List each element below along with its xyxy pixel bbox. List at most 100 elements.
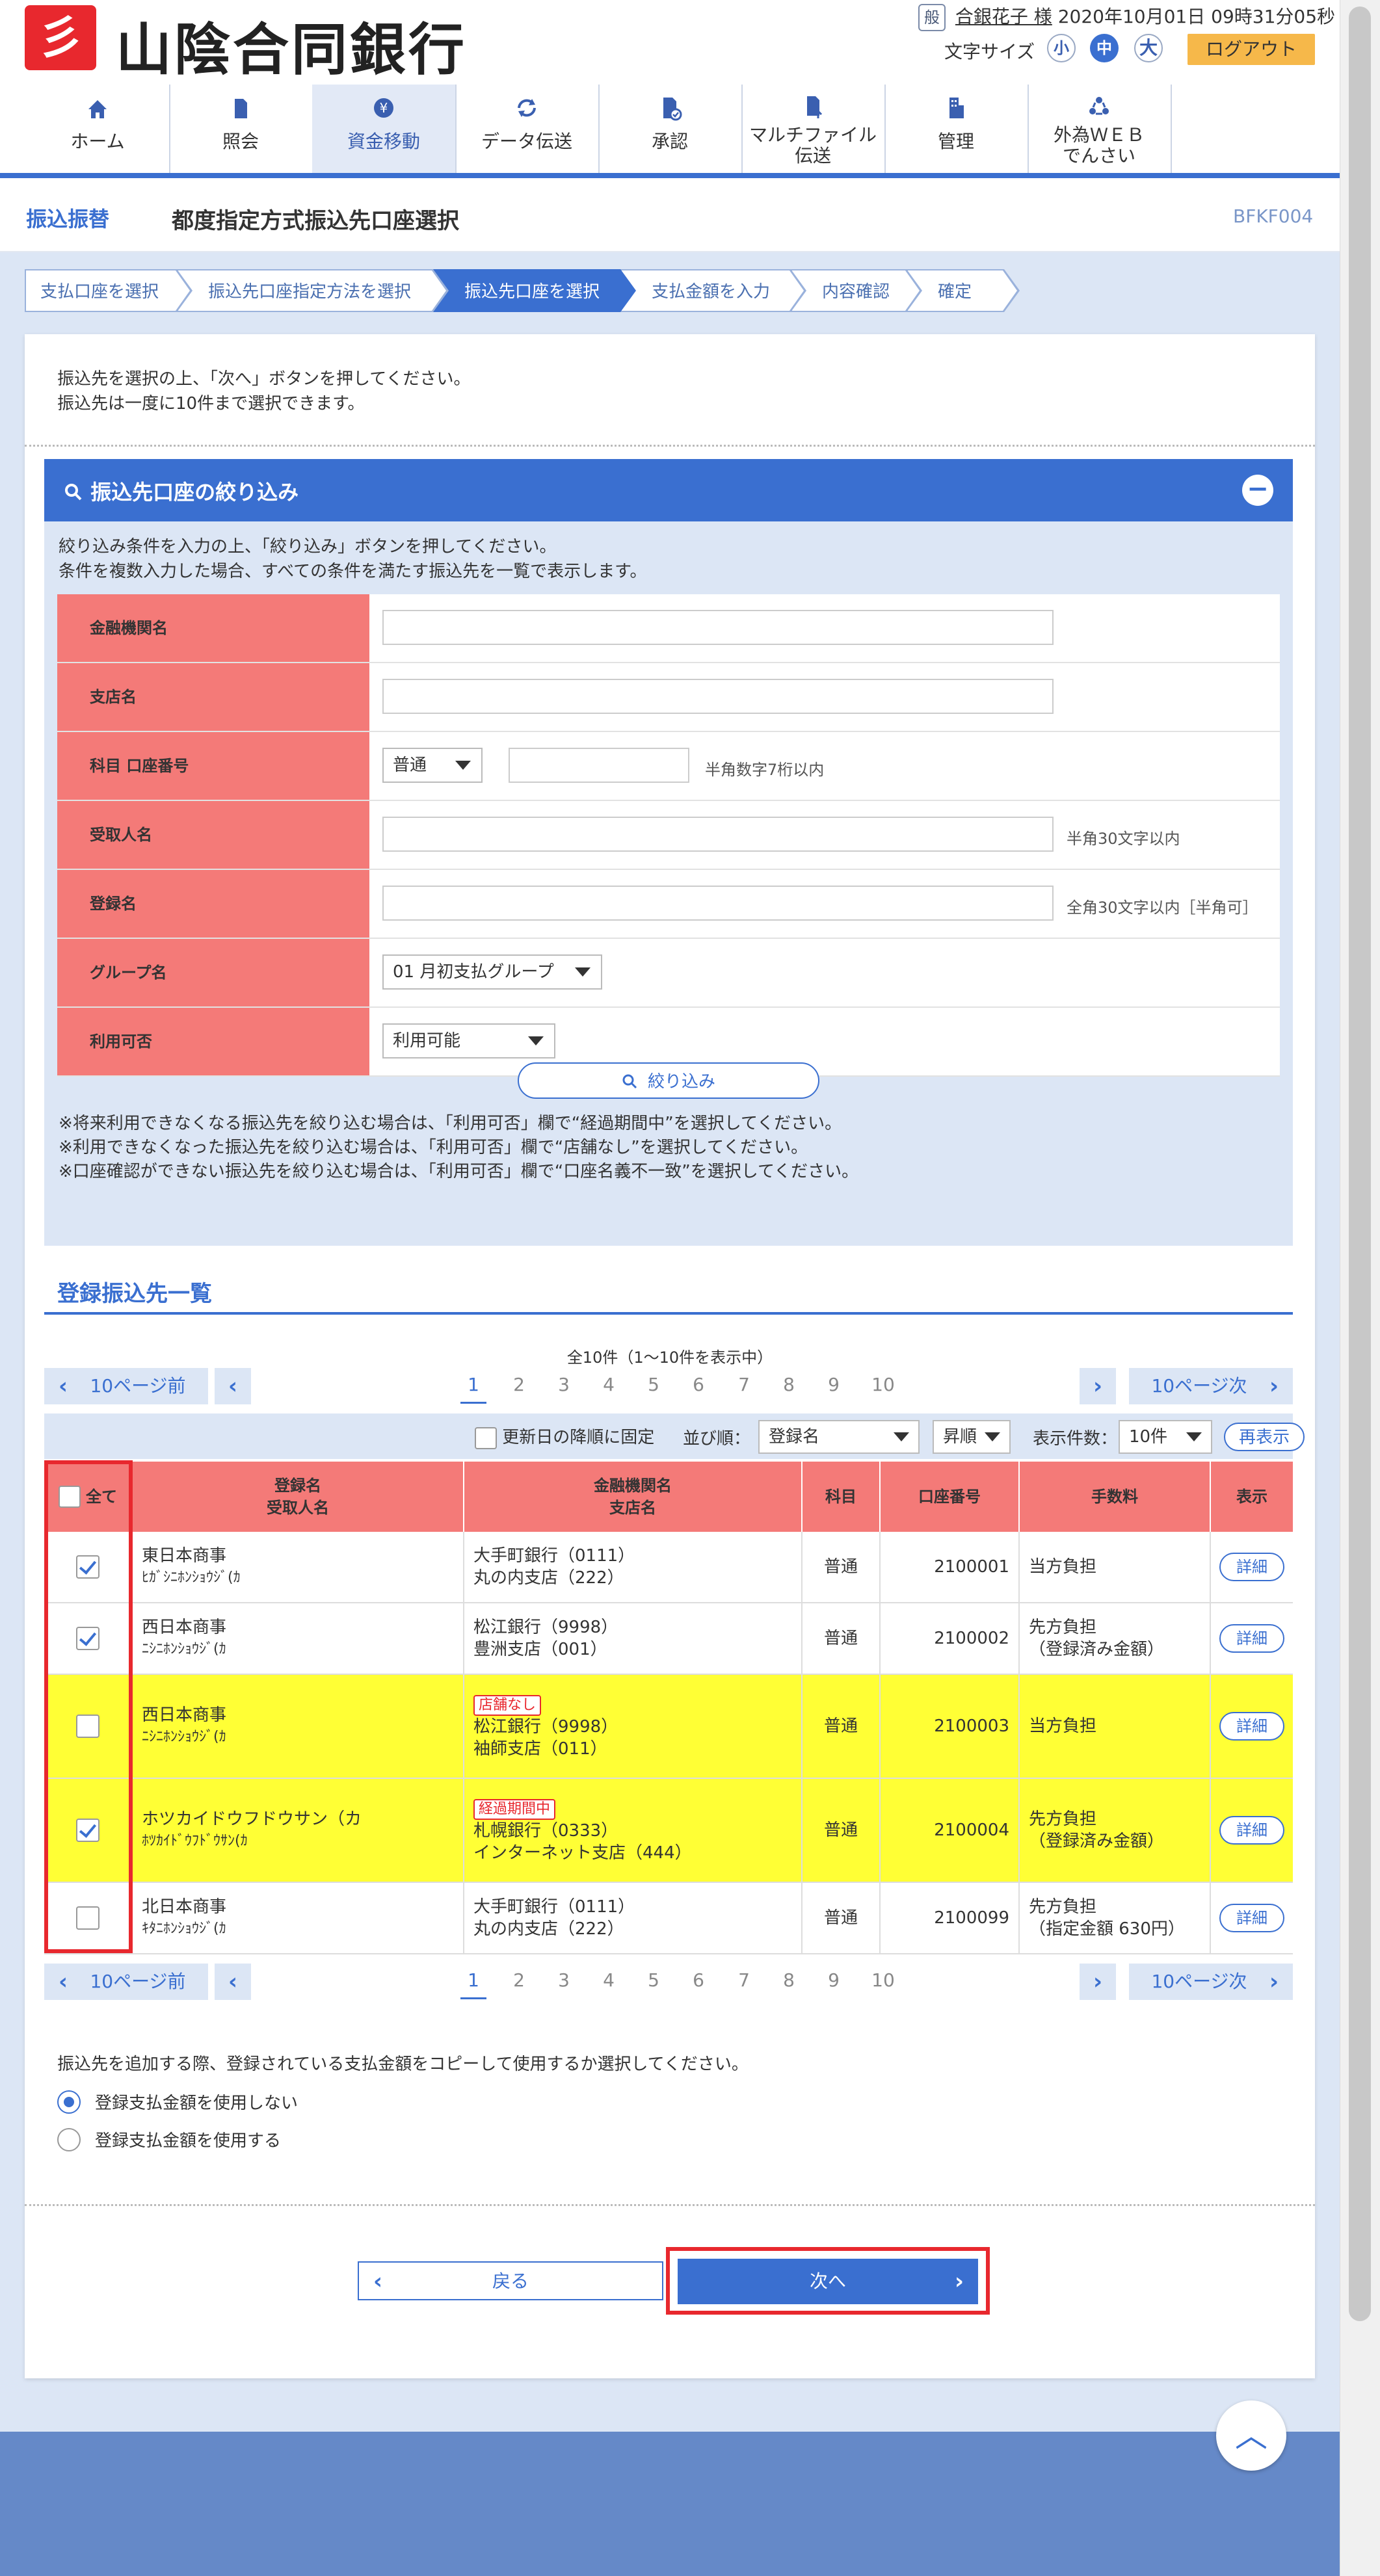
page-4[interactable]: 4 (596, 1369, 622, 1402)
recipient-name-input[interactable] (382, 817, 1054, 852)
detail-button[interactable]: 詳細 (1219, 1624, 1284, 1653)
font-large-button[interactable]: 大 (1134, 34, 1163, 62)
group-select[interactable]: 01 月初支払グループ (382, 954, 602, 990)
table-row: 東日本商事 ﾋｶﾞｼﾆﾎﾝｼｮｳｼﾞ(ｶ 大手町銀行（0111） 丸の内支店（222… (44, 1532, 1293, 1603)
nav-approval[interactable]: 承認 (598, 85, 743, 174)
radio-no-copy[interactable] (57, 2090, 81, 2114)
filter-apply-button[interactable]: 絞り込み (518, 1062, 819, 1099)
filter-title-text: 振込先口座の絞り込み (90, 480, 299, 505)
page-1[interactable]: 1 (460, 1369, 486, 1404)
page-6[interactable]: 6 (685, 1965, 711, 1997)
scrollbar-thumb[interactable] (1349, 7, 1371, 2321)
fix-sort-checkbox[interactable] (475, 1426, 497, 1449)
nav-fund-transfer[interactable]: ¥ 資金移動 (312, 85, 457, 174)
prev-page-button[interactable]: ‹ (215, 1368, 251, 1404)
nav-inquiry[interactable]: 照会 (169, 85, 313, 174)
next-button[interactable]: 次へ › (678, 2259, 978, 2304)
filter-row-group: グループ名 01 月初支払グループ (57, 939, 1280, 1008)
detail-button[interactable]: 詳細 (1219, 1553, 1284, 1581)
nav-home[interactable]: ホーム (26, 85, 170, 174)
sort-label: 並び順： (683, 1429, 751, 1449)
page-3[interactable]: 3 (551, 1965, 577, 1997)
page-10[interactable]: 10 (865, 1965, 901, 1997)
account-number-input[interactable] (509, 748, 689, 783)
user-name-link[interactable]: 合銀花子 様 (955, 6, 1052, 27)
prev-10-pages-button[interactable]: ‹ 10ページ前 (44, 1368, 208, 1404)
next-10-pages-button[interactable]: 10ページ次 › (1129, 1964, 1293, 2000)
branch-name-input[interactable] (382, 679, 1054, 714)
page-6[interactable]: 6 (685, 1369, 711, 1402)
nav-data-transmission[interactable]: データ伝送 (455, 85, 600, 174)
sort-key-select[interactable]: 登録名 (758, 1420, 920, 1454)
filter-row-account: 科目 口座番号 普通 半角数字7桁以内 (57, 732, 1280, 801)
page-2[interactable]: 2 (506, 1369, 532, 1402)
page-10[interactable]: 10 (865, 1369, 901, 1402)
filter-row-recipient: 受取人名 半角30文字以内 (57, 801, 1280, 870)
chevron-down-icon (528, 1036, 544, 1045)
page-8[interactable]: 8 (776, 1369, 802, 1402)
yen-transfer-icon: ¥ (312, 90, 455, 126)
page-4[interactable]: 4 (596, 1965, 622, 1997)
page-9[interactable]: 9 (821, 1369, 847, 1402)
registered-name-label: 登録名 (57, 870, 369, 938)
next-page-button[interactable]: › (1080, 1368, 1116, 1404)
chevron-left-icon: ‹ (59, 1969, 68, 1995)
account-type-select[interactable]: 普通 (382, 748, 483, 783)
next-page-button[interactable]: › (1080, 1964, 1116, 2000)
font-medium-button[interactable]: 中 (1090, 34, 1119, 62)
chevron-right-icon: › (954, 2268, 964, 2294)
page-7[interactable]: 7 (731, 1369, 757, 1402)
footer (0, 2432, 1340, 2576)
prev-10-pages-button[interactable]: ‹ 10ページ前 (44, 1964, 208, 2000)
nav-management[interactable]: 管理 (884, 85, 1029, 174)
copy-option-no[interactable]: 登録支払金額を使用しない (57, 2090, 298, 2114)
registered-name-input[interactable] (382, 886, 1054, 921)
checkbox-column-highlight (44, 1460, 133, 1953)
prev-page-button[interactable]: ‹ (215, 1964, 251, 2000)
pager-top: ‹ 10ページ前 ‹ 1 2 3 4 5 6 7 8 9 10 › 10ページ次 › (44, 1368, 1293, 1406)
page-1[interactable]: 1 (460, 1965, 486, 1999)
detail-button[interactable]: 詳細 (1219, 1904, 1284, 1932)
detail-button[interactable]: 詳細 (1219, 1816, 1284, 1845)
page-9[interactable]: 9 (821, 1965, 847, 1997)
scroll-to-top-button[interactable]: ︿ (1216, 2400, 1286, 2471)
nav-multifile[interactable]: マルチファイル 伝送 (741, 85, 886, 174)
registered-name: 西日本商事 (142, 1705, 227, 1725)
font-small-button[interactable]: 小 (1047, 34, 1076, 62)
sort-order-select[interactable]: 昇順 (933, 1420, 1011, 1454)
bank-name: 松江銀行（9998） (473, 1618, 618, 1637)
page-7[interactable]: 7 (731, 1965, 757, 1997)
copy-option-yes[interactable]: 登録支払金額を使用する (57, 2127, 281, 2151)
nav-home-label: ホーム (70, 131, 125, 152)
redisplay-button[interactable]: 再表示 (1224, 1423, 1305, 1451)
account-number: 2100099 (881, 1883, 1020, 1953)
back-button[interactable]: ‹ 戻る (358, 2261, 663, 2300)
approve-icon (598, 90, 741, 126)
filter-header[interactable]: 振込先口座の絞り込み − (44, 459, 1293, 521)
radio-copy[interactable] (57, 2127, 81, 2151)
page-3[interactable]: 3 (551, 1369, 577, 1402)
chevron-right-icon: › (1269, 1373, 1279, 1399)
collapse-minus-icon[interactable]: − (1242, 475, 1273, 506)
branch-name: 袖師支店（011） (473, 1739, 607, 1759)
filter-row-branch: 支店名 (57, 663, 1280, 732)
logout-button[interactable]: ログアウト (1188, 34, 1315, 65)
page-5[interactable]: 5 (641, 1369, 667, 1402)
account-type: 普通 (803, 1603, 881, 1674)
page-8[interactable]: 8 (776, 1965, 802, 1997)
display-count-select[interactable]: 10件 (1119, 1420, 1212, 1454)
detail-button[interactable]: 詳細 (1219, 1712, 1284, 1741)
bank-name-input[interactable] (382, 610, 1054, 645)
chevron-up-icon: ︿ (1235, 2417, 1267, 2454)
nav-forex-densai[interactable]: 外為ＷＥＢ でんさい (1028, 85, 1172, 174)
page-2[interactable]: 2 (506, 1965, 532, 1997)
page-5[interactable]: 5 (641, 1965, 667, 1997)
recipient-kana: ﾆｼﾆﾎﾝｼｮｳｼﾞ(ｶ (142, 1729, 226, 1745)
usable-select[interactable]: 利用可能 (382, 1023, 555, 1058)
header-name: 登録名 受取人名 (133, 1462, 464, 1532)
fix-by-updated-date[interactable]: 更新日の降順に固定 (475, 1424, 654, 1449)
screen-code: BFKF004 (1233, 205, 1314, 227)
next-10-pages-button[interactable]: 10ページ次 › (1129, 1368, 1293, 1404)
total-count: 全10件（1～10件を表示中） (566, 1348, 773, 1367)
svg-text:¥: ¥ (380, 100, 388, 116)
